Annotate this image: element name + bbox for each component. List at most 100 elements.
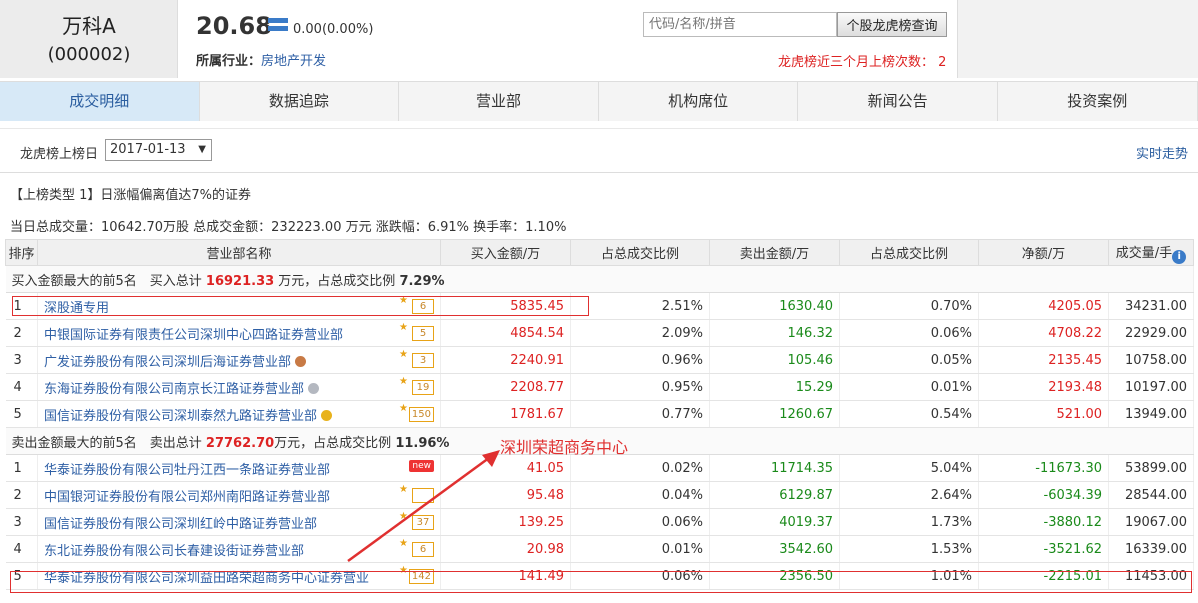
cell-volume: 10197.00	[1108, 373, 1194, 401]
star-icon: ★	[399, 322, 408, 333]
cell-buy-ratio: 0.77%	[570, 400, 710, 428]
cell-net: -3521.62	[978, 535, 1109, 563]
table-row[interactable]: 3 国信证券股份有限公司深圳红岭中路证券营业部 ★ 37 139.25 0.06% 4019…	[5, 508, 1194, 536]
buy-group-header: 买入金额最大的前5名 买入总计 16921.33 万元，占总成交比例 7.29%	[5, 265, 1194, 293]
table-row[interactable]: 2 中国银河证券股份有限公司郑州南阳路证券营业部 ★ 95.48 0.04% 6129.8…	[5, 481, 1194, 509]
cell-volume: 10758.00	[1108, 346, 1194, 374]
tab-data-tracking[interactable]: 数据追踪	[199, 82, 400, 121]
star-icon: ★	[399, 376, 408, 387]
table-row[interactable]: 2 中银国际证券有限责任公司深圳中心四路证券营业部 ★ 5 4854.54 2.09% 14…	[5, 319, 1194, 347]
price-area: 20.68 0.00(0.00%) 所属行业：房地产开发 个股龙虎榜查询 龙虎榜…	[178, 0, 958, 78]
cell-sell: 4019.37	[709, 508, 840, 536]
chevron-down-icon: ▼	[198, 144, 206, 155]
count-badge: 142	[408, 569, 434, 584]
cell-sell: 11714.35	[709, 454, 840, 482]
info-icon[interactable]: i	[1172, 249, 1187, 264]
tab-news[interactable]: 新闻公告	[798, 82, 998, 121]
stock-code: (000002)	[47, 44, 131, 65]
table-row[interactable]: 1 华泰证券股份有限公司牡丹江西一条路证券营业部 new 41.05 0.02% 1171…	[5, 454, 1194, 482]
cell-sell: 105.46	[709, 346, 840, 374]
col-rank[interactable]: 排序	[5, 239, 38, 266]
new-badge: new	[409, 460, 434, 472]
industry-value[interactable]: 房地产开发	[261, 54, 326, 69]
cell-net: 4205.05	[978, 292, 1109, 320]
cell-sell-ratio: 0.06%	[839, 319, 979, 347]
cell-volume: 22929.00	[1108, 319, 1194, 347]
cell-rank: 3	[5, 508, 38, 536]
cell-rank: 5	[5, 562, 38, 590]
col-volume[interactable]: 成交量/手 i	[1108, 239, 1194, 266]
col-sell[interactable]: 卖出金额/万	[709, 239, 840, 266]
table-header: 排序 营业部名称 买入金额/万 占总成交比例 卖出金额/万 占总成交比例 净额/…	[5, 239, 1194, 266]
date-label: 龙虎榜上榜日	[20, 147, 99, 162]
cell-sell-ratio: 5.04%	[839, 454, 979, 482]
cell-sell-ratio: 1.01%	[839, 562, 979, 590]
cell-sell: 2356.50	[709, 562, 840, 590]
cell-sell: 6129.87	[709, 481, 840, 509]
col-buy-ratio[interactable]: 占总成交比例	[570, 239, 710, 266]
realtime-trend-link[interactable]: 实时走势	[1136, 143, 1188, 162]
count-badge: 3	[412, 353, 434, 368]
cell-broker[interactable]: 华泰证券股份有限公司深圳益田路荣超商务中心证券营业 ★ 142	[37, 562, 441, 590]
cell-sell-ratio: 0.05%	[839, 346, 979, 374]
col-net[interactable]: 净额/万	[978, 239, 1109, 266]
cell-buy: 139.25	[440, 508, 571, 536]
cell-volume: 13949.00	[1108, 400, 1194, 428]
tab-bar: 成交明细 数据追踪 营业部 机构席位 新闻公告 投资案例	[0, 81, 1198, 121]
table-row[interactable]: 4 东海证券股份有限公司南京长江路证券营业部 ★ 19 2208.77 0.95% 15.2…	[5, 373, 1194, 401]
cell-rank: 1	[5, 292, 38, 320]
annotation-text: 深圳荣超商务中心	[500, 438, 629, 457]
date-select[interactable]: 2017-01-13 ▼	[105, 139, 212, 161]
industry-label: 所属行业：	[196, 54, 262, 69]
medal-icon	[321, 409, 333, 421]
cell-buy: 41.05	[440, 454, 571, 482]
cell-broker[interactable]: 中国银河证券股份有限公司郑州南阳路证券营业部 ★	[37, 481, 441, 509]
cell-volume: 19067.00	[1108, 508, 1194, 536]
tab-transaction-detail[interactable]: 成交明细	[0, 82, 200, 121]
cell-volume: 16339.00	[1108, 535, 1194, 563]
cell-rank: 2	[5, 481, 38, 509]
cell-broker[interactable]: 中银国际证券有限责任公司深圳中心四路证券营业部 ★ 5	[37, 319, 441, 347]
cell-buy: 2240.91	[440, 346, 571, 374]
col-sell-ratio[interactable]: 占总成交比例	[839, 239, 979, 266]
cell-buy-ratio: 0.95%	[570, 373, 710, 401]
table-row[interactable]: 5 国信证券股份有限公司深圳泰然九路证券营业部 ★ 150 1781.67 0.77% 12…	[5, 400, 1194, 428]
cell-net: -11673.30	[978, 454, 1109, 482]
cell-broker[interactable]: 国信证券股份有限公司深圳泰然九路证券营业部 ★ 150	[37, 400, 441, 428]
tab-brokerage[interactable]: 营业部	[399, 82, 599, 121]
cell-broker[interactable]: 东海证券股份有限公司南京长江路证券营业部 ★ 19	[37, 373, 441, 401]
star-icon: ★	[399, 538, 408, 549]
cell-buy-ratio: 2.09%	[570, 319, 710, 347]
cell-broker[interactable]: 广发证券股份有限公司深圳后海证券营业部 ★ 3	[37, 346, 441, 374]
cell-buy-ratio: 0.04%	[570, 481, 710, 509]
medal-icon	[295, 355, 307, 367]
cell-broker[interactable]: 华泰证券股份有限公司牡丹江西一条路证券营业部 new	[37, 454, 441, 482]
table-row[interactable]: 1 深股通专用 ★ 6 5835.45 2.51% 1630.40 0.70% 4205.05 3…	[5, 292, 1194, 320]
cell-net: 2135.45	[978, 346, 1109, 374]
cell-buy: 2208.77	[440, 373, 571, 401]
table-row[interactable]: 3 广发证券股份有限公司深圳后海证券营业部 ★ 3 2240.91 0.96% 105.46…	[5, 346, 1194, 374]
table-row[interactable]: 5 华泰证券股份有限公司深圳益田路荣超商务中心证券营业 ★ 142 141.49 0.06…	[5, 562, 1194, 590]
cell-broker[interactable]: 东北证券股份有限公司长春建设街证券营业部 ★ 6	[37, 535, 441, 563]
cell-broker[interactable]: 深股通专用 ★ 6	[37, 292, 441, 320]
col-buy[interactable]: 买入金额/万	[440, 239, 571, 266]
tab-cases[interactable]: 投资案例	[997, 82, 1198, 121]
tab-institution-seats[interactable]: 机构席位	[598, 82, 799, 121]
table-row[interactable]: 4 东北证券股份有限公司长春建设街证券营业部 ★ 6 20.98 0.01% 3542.60…	[5, 535, 1194, 563]
header: 万科A (000002) 20.68 0.00(0.00%) 所属行业：房地产开…	[0, 0, 1198, 78]
stock-search-input[interactable]	[643, 12, 837, 37]
medal-icon	[308, 382, 320, 394]
count-badge	[412, 488, 434, 503]
cell-buy: 5835.45	[440, 292, 571, 320]
cell-sell-ratio: 1.53%	[839, 535, 979, 563]
cell-broker[interactable]: 国信证券股份有限公司深圳红岭中路证券营业部 ★ 37	[37, 508, 441, 536]
cell-buy: 141.49	[440, 562, 571, 590]
star-icon: ★	[399, 565, 408, 576]
col-broker[interactable]: 营业部名称	[37, 239, 441, 266]
industry-line: 所属行业：房地产开发	[196, 50, 326, 69]
cell-net: -3880.12	[978, 508, 1109, 536]
stock-price: 20.68	[196, 12, 272, 40]
stock-query-button[interactable]: 个股龙虎榜查询	[837, 12, 947, 37]
appearance-count: 龙虎榜近三个月上榜次数： 2	[778, 55, 947, 70]
cell-net: -6034.39	[978, 481, 1109, 509]
